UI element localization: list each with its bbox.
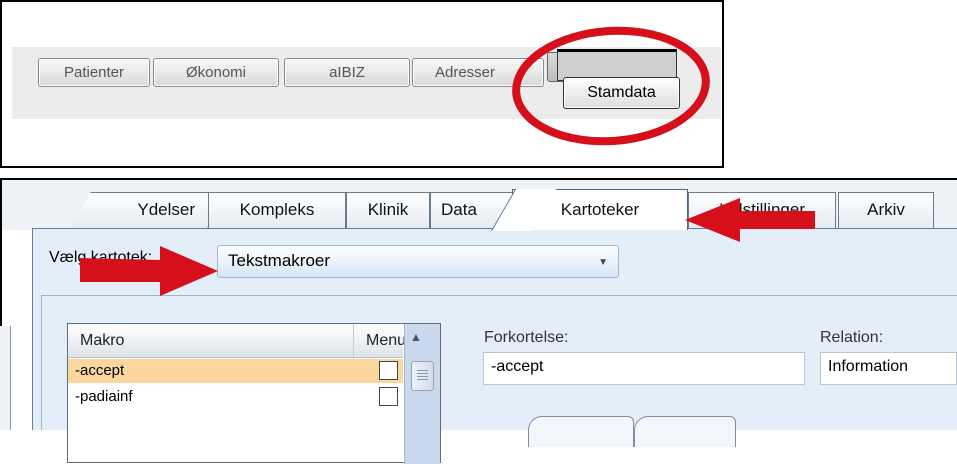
table-row[interactable]: -accept xyxy=(68,359,403,383)
albiz-label: aIBIZ xyxy=(329,64,365,81)
tab-data-label: Data xyxy=(441,200,477,219)
tab-indstillinger-label: Indstillinger xyxy=(719,200,805,219)
okonomi-label: Økonomi xyxy=(185,64,247,81)
module-toolbar: Patienter Økonomi aIBIZ Adresser Stamdat… xyxy=(12,47,721,119)
select-kartotek-label: Vælg kartotek: xyxy=(49,249,153,266)
tab-kartoteker[interactable]: Kartoteker xyxy=(491,189,688,231)
tab-arkiv[interactable]: Arkiv xyxy=(838,192,934,228)
table-header: Makro Menu xyxy=(68,324,406,358)
forkortelse-label: Forkortelse: xyxy=(484,329,569,346)
tab-arkiv-label: Arkiv xyxy=(867,200,905,219)
top-screenshot-panel: Patienter Økonomi aIBIZ Adresser Stamdat… xyxy=(0,0,724,168)
patienter-label: Patienter xyxy=(63,64,125,81)
makro-cell: -accept xyxy=(75,362,125,379)
column-divider xyxy=(353,324,354,357)
tab-bar: Ydelser Kompleks Klinik Data Kartoteker … xyxy=(2,180,957,231)
tab-kompleks[interactable]: Kompleks xyxy=(208,192,346,228)
kartotek-dropdown-value: Tekstmakroer xyxy=(228,251,331,270)
patienter-button[interactable]: Patienter xyxy=(38,58,150,87)
makro-cell: -padiainf xyxy=(75,388,133,405)
tab-kompleks-label: Kompleks xyxy=(239,200,315,219)
table-row[interactable]: -padiainf xyxy=(68,385,403,409)
adresser-button[interactable]: Adresser xyxy=(412,58,544,87)
tab-klinik-label: Klinik xyxy=(367,200,409,219)
relation-field[interactable]: Information xyxy=(820,352,957,385)
tab-ydelser-label: Ydelser xyxy=(137,200,195,219)
menu-checkbox[interactable] xyxy=(379,361,398,380)
relation-label: Relation: xyxy=(820,329,884,346)
sub-tab[interactable] xyxy=(528,416,634,447)
tab-ydelser[interactable]: Ydelser xyxy=(70,192,229,228)
makro-table: Makro Menu -accept -padiainf ▲ xyxy=(67,323,441,464)
scroll-thumb[interactable] xyxy=(411,361,434,391)
chevron-down-icon: ▼ xyxy=(598,257,608,268)
left-sidebar-edge xyxy=(0,326,11,430)
albiz-button[interactable]: aIBIZ xyxy=(284,58,410,87)
menu-checkbox[interactable] xyxy=(379,387,398,406)
stamdata-button[interactable]: Stamdata xyxy=(563,77,680,109)
tab-klinik[interactable]: Klinik xyxy=(346,192,430,228)
kartotek-dropdown[interactable]: Tekstmakroer ▼ xyxy=(217,245,619,278)
grip-icon xyxy=(417,370,428,371)
okonomi-button[interactable]: Økonomi xyxy=(153,58,279,87)
tab-indstillinger[interactable]: Indstillinger xyxy=(688,192,836,228)
column-header-makro[interactable]: Makro xyxy=(80,332,124,350)
forkortelse-field[interactable]: -accept xyxy=(483,352,805,385)
vertical-scrollbar[interactable]: ▲ xyxy=(404,324,440,464)
column-header-menu[interactable]: Menu xyxy=(366,332,406,350)
sub-tab[interactable] xyxy=(634,416,736,447)
tab-kartoteker-label: Kartoteker xyxy=(560,200,640,219)
stamdata-label: Stamdata xyxy=(587,84,656,101)
scroll-up-icon[interactable]: ▲ xyxy=(410,330,422,344)
adresser-label: Adresser xyxy=(435,64,496,81)
